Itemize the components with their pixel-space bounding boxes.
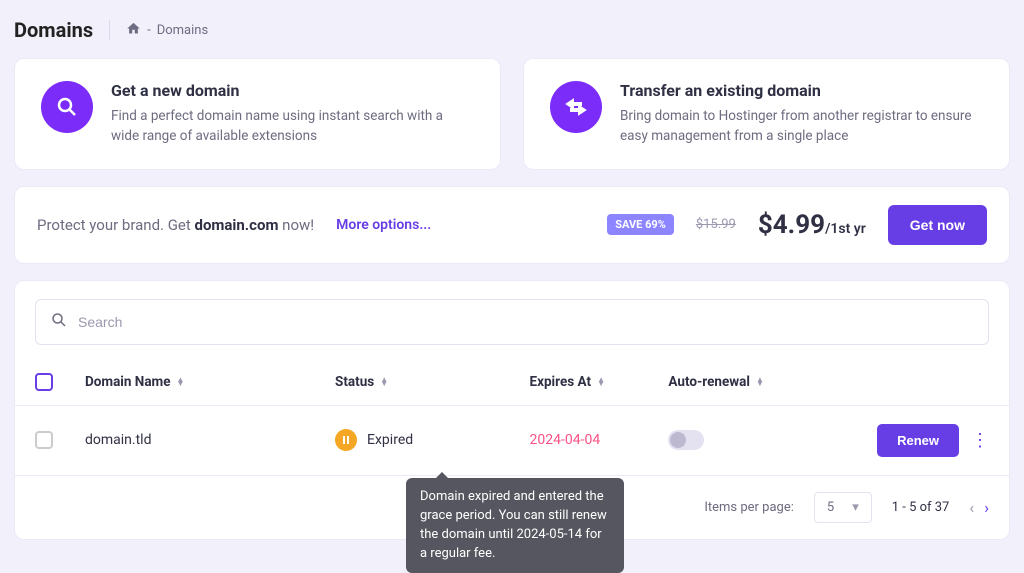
card-desc: Find a perfect domain name using instant… [111,106,474,147]
items-per-page-label: Items per page: [704,500,794,515]
renew-button[interactable]: Renew [877,424,959,457]
search-icon [41,81,93,133]
card-title: Transfer an existing domain [620,81,983,100]
save-badge: SAVE 69% [607,214,674,235]
sort-icon: ▲▼ [380,378,388,384]
col-header-status[interactable]: Status▲▼ [335,374,529,390]
col-header-expires[interactable]: Expires At▲▼ [530,374,669,390]
pagination-range: 1 - 5 of 37 [892,500,950,515]
breadcrumb-sep: - [147,23,151,38]
status-label: Expired [367,432,413,448]
pause-icon [335,429,357,451]
promo-text: Protect your brand. Get domain.com now! [37,216,314,234]
sort-icon: ▲▼ [177,378,185,384]
home-icon[interactable] [126,21,141,40]
get-now-button[interactable]: Get now [888,205,987,245]
table-row: domain.tld Expired 2024-04-04 Renew ⋮ [15,406,1009,476]
domain-name-cell: domain.tld [85,432,335,448]
select-all-checkbox[interactable] [35,373,53,391]
per-page-select[interactable]: 5 ▾ [814,492,872,523]
col-header-name[interactable]: Domain Name▲▼ [85,374,335,390]
row-checkbox[interactable] [35,431,53,449]
page-title: Domains [14,18,93,42]
header-divider [109,20,110,40]
col-header-auto[interactable]: Auto-renewal▲▼ [668,374,849,390]
more-options-link[interactable]: More options... [336,217,431,233]
search-box[interactable] [35,299,989,345]
row-menu-icon[interactable]: ⋮ [971,430,989,451]
card-new-domain-content: Get a new domain Find a perfect domain n… [111,81,474,147]
card-title: Get a new domain [111,81,474,100]
card-transfer-domain[interactable]: Transfer an existing domain Bring domain… [523,58,1010,170]
breadcrumb[interactable]: - Domains [126,21,208,40]
sort-icon: ▲▼ [756,378,764,384]
action-cards-row: Get a new domain Find a perfect domain n… [0,58,1024,170]
sort-icon: ▲▼ [597,378,605,384]
search-icon [50,311,68,333]
page-header: Domains - Domains [0,0,1024,58]
expires-value: 2024-04-04 [530,432,601,448]
status-tooltip: Domain expired and entered the grace per… [406,478,624,573]
table-header: Domain Name▲▼ Status▲▼ Expires At▲▼ Auto… [15,359,1009,406]
card-transfer-domain-content: Transfer an existing domain Bring domain… [620,81,983,147]
prev-page-button[interactable]: ‹ [969,498,974,517]
auto-renewal-toggle[interactable] [668,430,704,450]
chevron-down-icon: ▾ [852,500,859,515]
search-input[interactable] [78,314,974,330]
card-new-domain[interactable]: Get a new domain Find a perfect domain n… [14,58,501,170]
card-desc: Bring domain to Hostinger from another r… [620,106,983,147]
transfer-icon [550,81,602,133]
status-cell: Expired [335,429,413,451]
pager: ‹ › [969,498,989,517]
old-price: $15.99 [696,217,736,232]
breadcrumb-current: Domains [157,23,208,38]
price-block: $4.99/1st yr [758,210,866,240]
next-page-button[interactable]: › [984,498,989,517]
promo-bar: Protect your brand. Get domain.com now! … [14,186,1010,264]
